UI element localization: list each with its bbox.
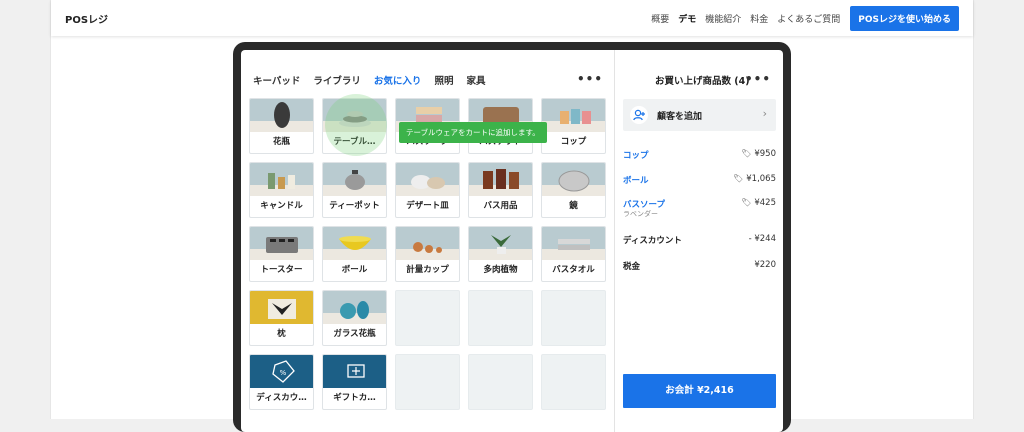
nav-overview[interactable]: 概要: [651, 12, 669, 25]
tab-favorites[interactable]: お気に入り: [374, 73, 422, 87]
product-tile[interactable]: 鏡: [541, 162, 606, 218]
product-tile[interactable]: ボール: [322, 226, 387, 282]
product-tile[interactable]: バスタオル: [541, 226, 606, 282]
svg-text:%: %: [280, 369, 287, 377]
empty-tile: [541, 354, 606, 410]
toaster-image: [250, 227, 313, 260]
vase-image: [250, 99, 313, 132]
chevron-right-icon: ›: [762, 107, 767, 120]
candle-image: [250, 163, 313, 196]
tax-value: ¥220: [754, 260, 776, 270]
product-tile[interactable]: キャンドル: [249, 162, 314, 218]
nav-pricing[interactable]: 料金: [750, 12, 768, 25]
product-tile[interactable]: トースター: [249, 226, 314, 282]
discount-tag-icon: %: [250, 355, 313, 388]
item-variant: ラベンダー: [623, 210, 658, 218]
tag-icon: 🏷: [741, 149, 752, 158]
bath-goods-image: [469, 163, 532, 196]
product-label: 花瓶: [272, 137, 290, 147]
pillow-image: [250, 291, 313, 324]
item-price: ¥1,065: [746, 174, 776, 184]
tablet-frame: キーパッド ライブラリ お気に入り 照明 家具 ••• 花瓶テーブル…バスソープ…: [233, 42, 791, 432]
empty-tile: [541, 290, 606, 346]
product-label: 枕: [277, 329, 286, 339]
product-label: ディスカウ…: [256, 393, 307, 403]
bath-towel-image: [542, 227, 605, 260]
site-nav: 概要 デモ 機能紹介 料金 よくあるご質問 POSレジを使い始める: [642, 6, 959, 31]
product-tile[interactable]: ガラス花瓶: [322, 290, 387, 346]
product-tile[interactable]: % ディスカウ…: [249, 354, 314, 410]
tab-furniture[interactable]: 家具: [466, 73, 485, 87]
nav-faq[interactable]: よくあるご質問: [777, 12, 840, 25]
tab-library[interactable]: ライブラリ: [313, 73, 361, 87]
bowl-image: [323, 227, 386, 260]
product-label: ギフトカ…: [333, 393, 376, 403]
tax-label: 税金: [623, 262, 641, 272]
product-tile[interactable]: 花瓶: [249, 98, 314, 154]
item-name: コップ: [623, 151, 649, 161]
gift-card-icon: [323, 355, 386, 388]
brand-logo[interactable]: POSレジ: [65, 11, 108, 26]
product-tile[interactable]: 多肉植物: [468, 226, 533, 282]
site-header: POSレジ 概要 デモ 機能紹介 料金 よくあるご質問 POSレジを使い始める: [51, 0, 973, 36]
succulent-image: [469, 227, 532, 260]
more-horizontal-icon[interactable]: •••: [577, 72, 603, 86]
dessert-plate-image: [396, 163, 459, 196]
empty-tile: [468, 290, 533, 346]
tag-icon: 🏷: [741, 198, 752, 207]
get-started-button[interactable]: POSレジを使い始める: [850, 6, 959, 31]
discount-value: - ¥244: [748, 234, 776, 244]
product-panel: キーパッド ライブラリ お気に入り 照明 家具 ••• 花瓶テーブル…バスソープ…: [241, 50, 613, 432]
product-label: ティーポット: [329, 201, 380, 211]
nav-demo[interactable]: デモ: [678, 12, 696, 25]
pos-screen: キーパッド ライブラリ お気に入り 照明 家具 ••• 花瓶テーブル…バスソープ…: [241, 50, 783, 432]
product-label: バス用品: [483, 201, 518, 211]
product-tile[interactable]: バス用品: [468, 162, 533, 218]
cart-more-icon[interactable]: •••: [745, 72, 771, 86]
product-label: バスタオル: [552, 265, 595, 275]
category-tabs: キーパッド ライブラリ お気に入り 照明 家具: [253, 73, 498, 87]
product-grid: 花瓶テーブル…バスソープバスケットコップキャンドルティーポットデザート皿バス用品…: [249, 98, 606, 410]
empty-tile: [395, 354, 460, 410]
tab-keypad[interactable]: キーパッド: [253, 73, 300, 87]
add-to-cart-toast: テーブルウェアをカートに追加します。: [399, 122, 547, 143]
add-customer-button[interactable]: 顧客を追加 ›: [623, 99, 776, 131]
product-label: 計量カップ: [406, 265, 449, 275]
nav-features[interactable]: 機能紹介: [705, 12, 741, 25]
product-label: キャンドル: [260, 201, 303, 211]
item-name: ボール: [623, 176, 649, 186]
item-price: ¥425: [754, 198, 776, 208]
product-label: コップ: [560, 137, 587, 147]
tab-lighting[interactable]: 照明: [434, 73, 453, 87]
cup-image: [542, 99, 605, 132]
product-tile[interactable]: デザート皿: [395, 162, 460, 218]
product-tile[interactable]: コップ: [541, 98, 606, 154]
add-customer-label: 顧客を追加: [657, 112, 703, 122]
empty-tile: [395, 290, 460, 346]
teapot-image: [323, 163, 386, 196]
product-tile[interactable]: ティーポット: [322, 162, 387, 218]
mirror-image: [542, 163, 605, 196]
product-tile[interactable]: ギフトカ…: [322, 354, 387, 410]
product-label: トースター: [260, 265, 303, 275]
empty-tile: [468, 354, 533, 410]
cart-title: お買い上げ商品数 (4): [655, 76, 750, 87]
page: POSレジ 概要 デモ 機能紹介 料金 よくあるご質問 POSレジを使い始める …: [50, 0, 974, 432]
item-price: ¥950: [754, 149, 776, 159]
tap-ripple: [325, 94, 387, 156]
product-label: ボール: [341, 265, 368, 275]
product-tile[interactable]: 計量カップ: [395, 226, 460, 282]
checkout-button[interactable]: お会計 ¥2,416: [623, 374, 776, 408]
product-label: ガラス花瓶: [333, 329, 376, 339]
tag-icon: 🏷: [733, 174, 744, 183]
measuring-cup-image: [396, 227, 459, 260]
product-tile[interactable]: 枕: [249, 290, 314, 346]
product-label: デザート皿: [406, 201, 449, 211]
glass-vase-image: [323, 291, 386, 324]
product-label: 多肉植物: [483, 265, 518, 275]
discount-label: ディスカウント: [623, 236, 682, 246]
cart-panel: お買い上げ商品数 (4) ••• 顧客を追加 › コップ �: [614, 50, 783, 432]
product-label: 鏡: [569, 201, 578, 211]
add-person-icon: [630, 106, 648, 124]
